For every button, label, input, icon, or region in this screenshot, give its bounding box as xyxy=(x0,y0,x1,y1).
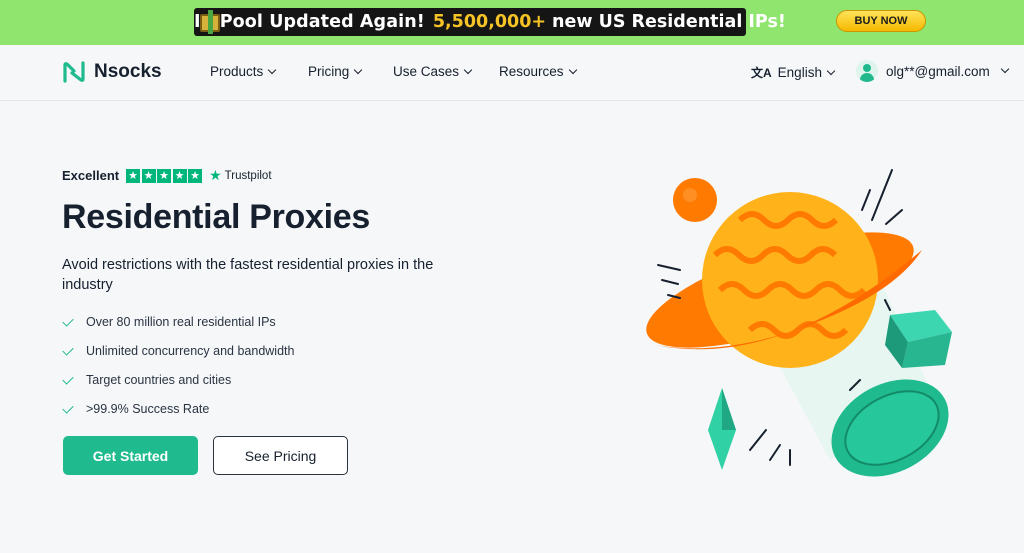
get-started-button[interactable]: Get Started xyxy=(63,436,198,475)
hero-subtitle: Avoid restrictions with the fastest resi… xyxy=(62,257,434,293)
feature-text: Target countries and cities xyxy=(86,372,232,387)
nav-products[interactable]: Products xyxy=(210,64,277,79)
language-selector[interactable]: 文A English xyxy=(751,64,836,81)
rating-label: Excellent xyxy=(62,168,120,183)
avatar xyxy=(856,60,878,82)
nav-label: Resources xyxy=(499,64,564,79)
brand-logo[interactable]: Nsocks xyxy=(62,60,162,84)
moon xyxy=(673,178,717,222)
chevron-down-icon xyxy=(826,66,836,75)
user-menu[interactable]: olg**@gmail.com xyxy=(856,60,1009,82)
star-icon: ★ xyxy=(126,168,141,183)
list-item: >99.9% Success Rate xyxy=(62,394,294,423)
feature-text: >99.9% Success Rate xyxy=(86,401,210,416)
rating-stars: ★ ★ ★ ★ ★ xyxy=(126,168,203,183)
top-nav: Nsocks Products Pricing Use Cases Resour… xyxy=(0,45,1024,101)
chevron-down-icon xyxy=(1000,64,1009,74)
check-icon xyxy=(62,315,76,329)
trustpilot-star-icon: ★ xyxy=(209,167,222,183)
feature-list: Over 80 million real residential IPs Unl… xyxy=(62,307,294,423)
check-icon xyxy=(62,373,76,387)
check-icon xyxy=(62,402,76,416)
chevron-down-icon xyxy=(354,65,363,74)
list-item: Over 80 million real residential IPs xyxy=(62,307,294,336)
list-item: Unlimited concurrency and bandwidth xyxy=(62,336,294,365)
promo-highlight: 5,500,000+ xyxy=(432,12,547,32)
nsocks-logo-icon xyxy=(63,61,85,83)
nav-label: Products xyxy=(210,64,264,79)
planet-illustration xyxy=(646,169,952,477)
promo-text-2: new US Residential IPs! xyxy=(552,12,786,32)
promo-text: IP Pool Updated Again! xyxy=(194,12,425,32)
list-item: Target countries and cities xyxy=(62,365,294,394)
chevron-down-icon xyxy=(463,65,473,74)
nav-pricing[interactable]: Pricing xyxy=(308,64,363,79)
feature-text: Unlimited concurrency and bandwidth xyxy=(86,343,295,358)
language-label: English xyxy=(777,65,822,80)
see-pricing-button[interactable]: See Pricing xyxy=(213,436,348,475)
nav-resources[interactable]: Resources xyxy=(499,64,577,79)
trustpilot-label: Trustpilot xyxy=(224,169,272,182)
brand-name: Nsocks xyxy=(94,61,162,82)
translate-icon: 文A xyxy=(751,66,772,80)
user-email: olg**@gmail.com xyxy=(886,63,990,79)
promo-strip[interactable]: IP Pool Updated Again! 5,500,000+ new US… xyxy=(194,8,786,36)
nav-label: Pricing xyxy=(308,64,350,79)
buy-now-button[interactable]: BUY NOW xyxy=(836,10,926,32)
star-icon: ★ xyxy=(157,168,172,183)
nav-use-cases[interactable]: Use Cases xyxy=(393,64,473,79)
page-title: Residential Proxies xyxy=(62,198,370,236)
chevron-down-icon xyxy=(268,65,277,74)
chevron-down-icon xyxy=(568,65,577,74)
star-icon: ★ xyxy=(188,168,203,183)
trustpilot-rating[interactable]: Excellent ★ ★ ★ ★ ★ ★ Trustpilot xyxy=(62,167,272,184)
star-icon: ★ xyxy=(172,168,187,183)
feature-text: Over 80 million real residential IPs xyxy=(86,314,276,329)
star-icon: ★ xyxy=(141,168,156,183)
nav-label: Use Cases xyxy=(393,64,460,79)
promo-banner: IP Pool Updated Again! 5,500,000+ new US… xyxy=(0,0,1024,45)
check-icon xyxy=(62,344,76,358)
